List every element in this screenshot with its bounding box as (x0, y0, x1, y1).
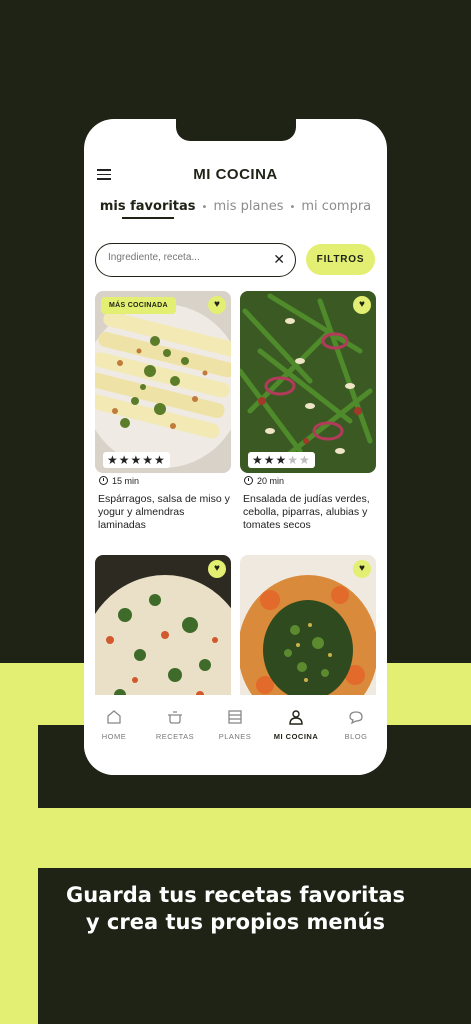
bottom-navigation: HOME RECETAS PLANES MI COCINA BLOG (84, 695, 387, 775)
clock-icon (244, 476, 253, 485)
heart-icon[interactable]: ♥ (208, 560, 226, 578)
pot-icon (146, 709, 204, 727)
cook-time: 15 min (99, 476, 139, 486)
lime-band-middle (0, 808, 471, 868)
nav-mi-cocina[interactable]: MI COCINA (267, 709, 325, 741)
close-icon[interactable]: ✕ (273, 251, 285, 267)
tagline-line-1: Guarda tus recetas favoritas (65, 883, 406, 907)
recipe-image[interactable]: MÁS COCINADA ♥ ★★★★★ (95, 291, 231, 473)
phone-screen: MI COCINA mis favoritas • mis planes • mi co… (84, 119, 387, 775)
tab-mis-planes[interactable]: mis planes (213, 199, 283, 214)
nav-label: PLANES (218, 732, 252, 741)
nav-label: MI COCINA (273, 732, 319, 741)
home-icon (85, 709, 143, 727)
cook-time-value: 20 min (257, 476, 285, 486)
section-tabs: mis favoritas • mis planes • mi compra (84, 199, 387, 219)
calendar-icon (206, 709, 264, 727)
chat-icon (327, 709, 385, 727)
nav-label: BLOG (344, 732, 368, 741)
nav-recetas[interactable]: RECETAS (146, 709, 204, 741)
cook-time: 20 min (244, 476, 284, 486)
phone-notch (176, 119, 296, 141)
most-cooked-badge: MÁS COCINADA (101, 297, 176, 314)
user-icon (267, 709, 325, 727)
heart-icon[interactable]: ♥ (353, 560, 371, 578)
clock-icon (99, 476, 108, 485)
page-title: MI COCINA (193, 166, 278, 183)
app-header: MI COCINA (84, 163, 387, 187)
nav-label: HOME (101, 732, 127, 741)
tagline-line-2: y crea tus propios menús (85, 910, 386, 934)
tab-mi-compra[interactable]: mi compra (301, 199, 371, 214)
nav-label: RECETAS (155, 732, 195, 741)
recipe-title[interactable]: Espárragos, salsa de miso y yogur y alme… (98, 493, 232, 532)
promo-tagline: Guarda tus recetas favoritas y crea tus … (0, 882, 471, 936)
nav-home[interactable]: HOME (85, 709, 143, 741)
heart-icon[interactable]: ♥ (208, 296, 226, 314)
filters-button[interactable]: FILTROS (306, 244, 375, 275)
heart-icon[interactable]: ♥ (353, 296, 371, 314)
cook-time-value: 15 min (112, 476, 140, 486)
rating-stars: ★★★★★ (248, 452, 315, 468)
nav-blog[interactable]: BLOG (327, 709, 385, 741)
search-box: ✕ (95, 243, 296, 277)
tab-separator: • (289, 202, 296, 213)
rating-stars: ★★★★★ (103, 452, 170, 468)
nav-planes[interactable]: PLANES (206, 709, 264, 741)
recipe-image[interactable]: ♥ ★★★★★ (240, 291, 376, 473)
recipe-title[interactable]: Ensalada de judías verdes, cebolla, pipa… (243, 493, 377, 532)
search-input[interactable] (108, 252, 268, 263)
tab-mis-favoritas[interactable]: mis favoritas (100, 199, 196, 219)
tab-separator: • (201, 202, 208, 213)
